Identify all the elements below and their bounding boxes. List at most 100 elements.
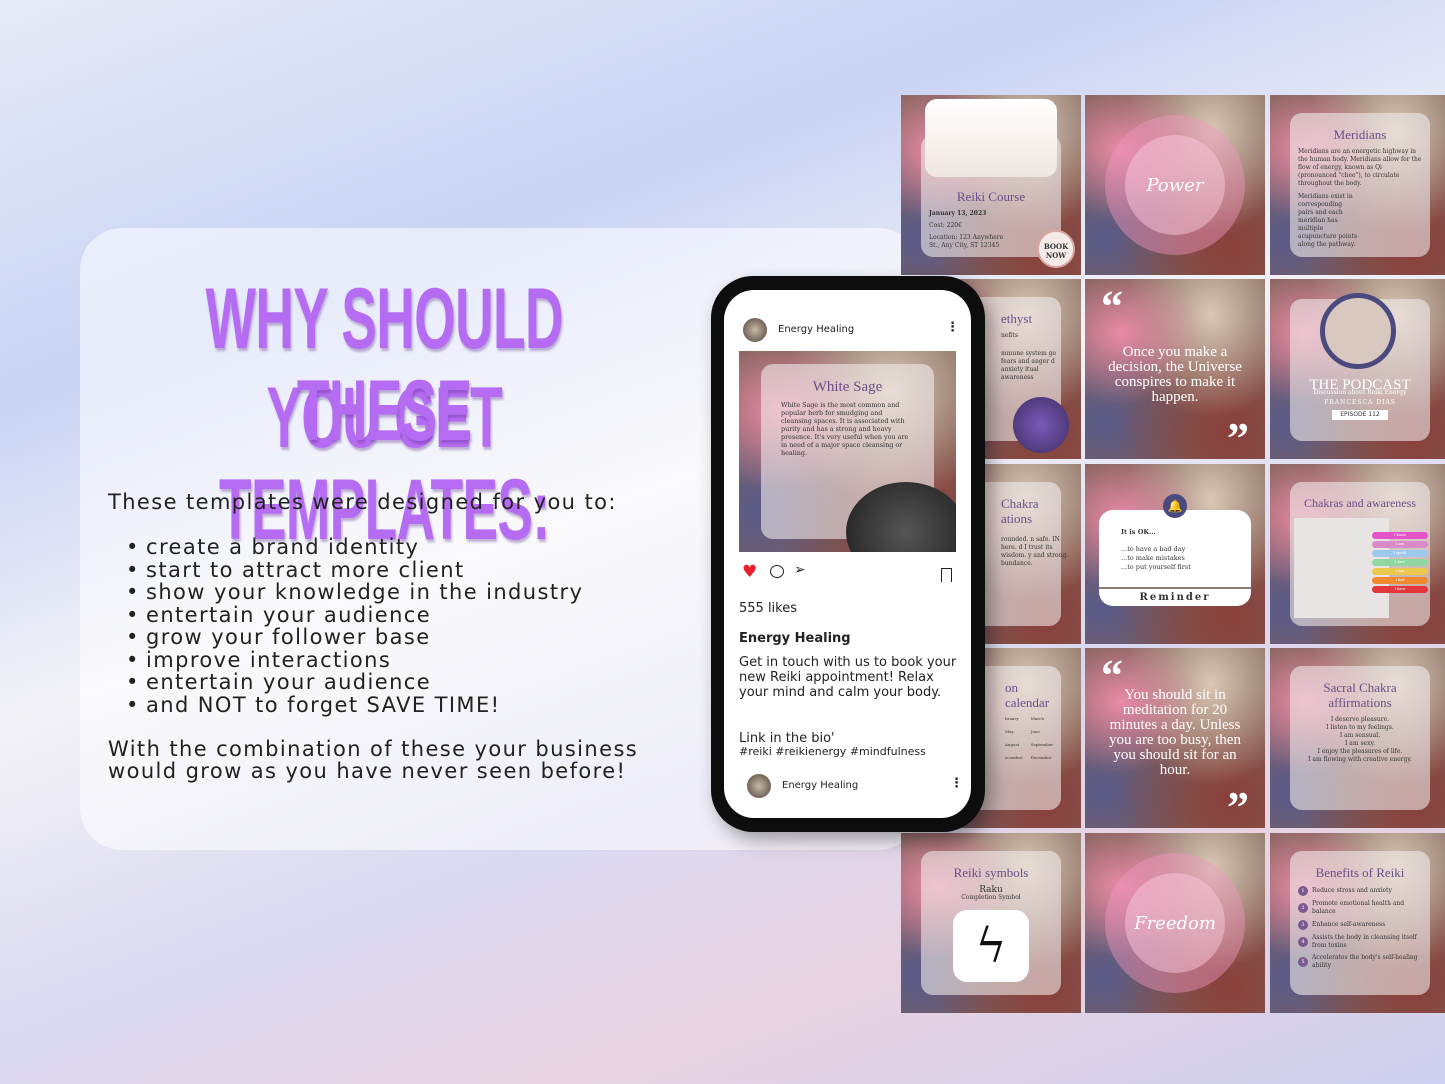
chakra-bar: I feel	[1372, 577, 1428, 584]
likes-count: 555 likes	[739, 601, 798, 616]
list-item: start to attract more client	[126, 558, 583, 582]
quote-text: You should sit in meditation for 20 minu…	[1109, 687, 1241, 778]
tile-reiki-symbols: Reiki symbols Raku Completion Symbol ϟ	[901, 833, 1081, 1013]
tile-reiki-course: Reiki Course January 13, 2023 Cost: 220€…	[901, 95, 1081, 275]
benefit-list: create a brand identity start to attract…	[126, 536, 583, 716]
reiki-photo	[925, 99, 1057, 177]
share-icon[interactable]: ➢	[794, 562, 806, 578]
benefit-item: 2 Promote emotional health and balance	[1298, 900, 1422, 916]
caption-text: Get in touch with us to book your new Re…	[739, 655, 957, 700]
affirmation-line: I listen to my feelings.	[1326, 724, 1394, 731]
tile-title: Benefits of Reiki	[1315, 865, 1405, 880]
close-quote-icon: ”	[1227, 783, 1249, 829]
list-item: improve interactions	[126, 648, 583, 672]
more-options-icon[interactable]: ⋮	[946, 320, 959, 335]
list-item: grow your follower base	[126, 626, 583, 649]
tile-title: Chakra ations	[1001, 496, 1039, 526]
avatar[interactable]	[747, 774, 771, 798]
benefit-text: Enhance self-awareness	[1312, 921, 1386, 928]
podcast-title: THE PODCAST	[1309, 377, 1411, 393]
meridians-p1: Meridians are an energetic highway in th…	[1298, 148, 1422, 187]
intro-text: These templates were designed for you to…	[108, 490, 617, 514]
month-label: September	[1030, 742, 1053, 747]
tile-title: Chakras and awareness	[1304, 496, 1416, 510]
tile-title: Sacral Chakra affirmations	[1323, 680, 1397, 710]
benefit-text: Promote emotional health and balance	[1312, 900, 1405, 915]
closing-line-2: would grow as you have never seen before…	[108, 759, 627, 783]
heart-icon[interactable]: ♥	[742, 562, 757, 582]
symbol-name: Raku	[979, 885, 1003, 895]
bookmark-icon[interactable]	[941, 568, 952, 582]
course-cost: Cost: 220€	[929, 222, 962, 229]
tile-chakras-awareness: Chakras and awareness I know I see I speak I…	[1270, 464, 1445, 644]
meridians-p2: Meridians exist in corresponding pairs a…	[1298, 193, 1358, 248]
raku-symbol-icon: ϟ	[953, 910, 1029, 982]
benefit-item: 3 Enhance self-awareness	[1298, 920, 1422, 930]
amethyst-photo	[1013, 397, 1069, 453]
reminder-label: Reminder	[1099, 587, 1251, 603]
hashtags[interactable]: #reiki #reikienergy #mindfulness	[739, 745, 926, 758]
tile-title: Reiki Course	[956, 189, 1026, 204]
phone-mockup: Energy Healing ⋮ White Sage White Sage i…	[711, 276, 985, 832]
bell-icon: 🔔	[1163, 494, 1187, 518]
chakra-bar: I love	[1372, 559, 1428, 566]
open-quote-icon: “	[1101, 282, 1123, 331]
tile-title: ethyst	[1001, 311, 1033, 326]
affirmation-line: I am flowing with creative energy.	[1308, 756, 1412, 763]
course-location: Location: 123 Anywhere St., Any City, ST…	[929, 234, 1004, 249]
number-badge: 2	[1298, 903, 1308, 913]
closing-line-1: With the combination of these your busin…	[108, 737, 639, 761]
comment-icon[interactable]	[770, 565, 784, 578]
freedom-text: Freedom	[1125, 873, 1225, 973]
tile-meridians: Meridians Meridians are an energetic high…	[1270, 95, 1445, 275]
podcast-host: FRANCESCA DIAS	[1324, 399, 1396, 406]
bio-link[interactable]: Link in the bio'	[739, 731, 835, 746]
affirmation-line: I am sensual.	[1339, 732, 1381, 739]
month-label: bruary	[1005, 716, 1019, 721]
list-item: create a brand identity	[126, 536, 583, 559]
month-label: August	[1005, 742, 1020, 747]
quote-text: Once you make a decision, the Universe c…	[1108, 344, 1242, 405]
affirmation-line: I am sexy.	[1345, 740, 1375, 747]
post-image: White Sage White Sage is the most common…	[739, 351, 956, 552]
account-name[interactable]: Energy Healing	[782, 780, 858, 791]
close-quote-icon: ”	[1227, 414, 1249, 460]
month-label: ecember	[1005, 755, 1023, 760]
post-body: White Sage is the most common and popula…	[781, 401, 909, 457]
chakra-bar: I speak	[1372, 550, 1428, 557]
avatar[interactable]	[743, 318, 767, 342]
benefit-text: Reduce stress and anxiety	[1312, 887, 1392, 894]
chakra-bar: I know	[1372, 532, 1428, 539]
tile-quote-meditation: “You should sit in meditation for 20 min…	[1085, 648, 1265, 828]
caption-title: Energy Healing	[739, 631, 851, 646]
host-avatar	[1320, 293, 1396, 369]
tile-title: on calendar	[1005, 680, 1050, 710]
tile-title: Meridians	[1333, 127, 1387, 142]
course-date: January 13, 2023	[929, 210, 987, 217]
chakra-bar: I have	[1372, 586, 1428, 593]
tile-subtitle: nefits	[1001, 332, 1018, 339]
benefit-item: 1 Reduce stress and anxiety	[1298, 886, 1422, 896]
tile-quote-decision: “ Once you make a decision, the Universe …	[1085, 279, 1265, 459]
tile-benefits-reiki: Benefits of Reiki 1 Reduce stress and anxi…	[1270, 833, 1445, 1013]
reminder-line: ...to have a bad day	[1121, 545, 1186, 553]
episode-badge: EPISODE 112	[1332, 410, 1388, 420]
number-badge: 5	[1298, 957, 1308, 967]
account-name[interactable]: Energy Healing	[778, 324, 854, 335]
benefit-text: Assists the body in cleansing itself fro…	[1312, 934, 1417, 949]
chakra-bar: I can	[1372, 568, 1428, 575]
symbol-subtitle: Completion Symbol	[961, 894, 1021, 901]
tile-reminder: It is OK... ...to have a bad day ...to m…	[1085, 464, 1265, 644]
more-options-icon[interactable]: ⋮	[950, 776, 963, 791]
reminder-lead: It is OK...	[1121, 528, 1156, 536]
book-now-badge: BOOK NOW	[1037, 230, 1075, 268]
tile-freedom: Freedom	[1085, 833, 1265, 1013]
headline-line-2: THESE TEMPLATES:	[218, 363, 550, 558]
benefit-item: 5 Accelerates the body's self-healing abi…	[1298, 954, 1422, 970]
month-label: June	[1030, 729, 1040, 734]
list-item: entertain your audience	[126, 603, 583, 627]
affirmation-line: I deserve pleasure.	[1330, 716, 1390, 723]
chakra-bar: I see	[1372, 541, 1428, 548]
month-label: March	[1030, 716, 1044, 721]
tile-podcast: THE PODCAST Discussion about Reiki Energy…	[1270, 279, 1445, 459]
